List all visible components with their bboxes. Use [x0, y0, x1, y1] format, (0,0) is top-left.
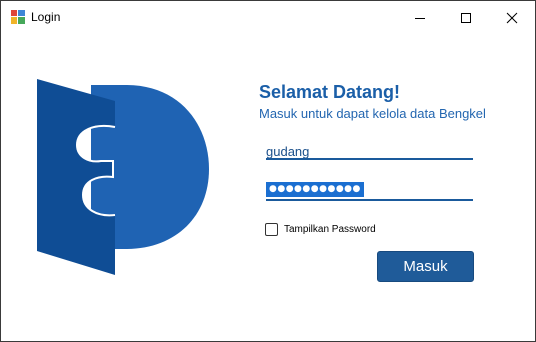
show-password-option[interactable]: Tampilkan Password [265, 222, 376, 236]
maximize-icon [461, 12, 471, 23]
close-button[interactable] [489, 1, 535, 34]
subtitle-text: Masuk untuk dapat kelola data Bengkel [259, 106, 486, 121]
minimize-icon [415, 17, 425, 19]
brand-logo [37, 79, 209, 275]
maximize-button[interactable] [443, 1, 489, 34]
password-selected-text: ●●●●●●●●●●● [266, 182, 364, 197]
welcome-heading: Selamat Datang! [259, 82, 401, 102]
password-input[interactable]: ●●●●●●●●●●● [266, 181, 473, 201]
show-password-label[interactable]: Tampilkan Password [284, 224, 376, 235]
password-underline [266, 199, 473, 201]
title-bar[interactable]: Login [1, 1, 535, 34]
minimize-button[interactable] [397, 1, 443, 34]
username-underline [266, 158, 473, 160]
close-icon [506, 12, 518, 23]
login-button[interactable]: Masuk [377, 251, 474, 282]
show-password-checkbox[interactable] [265, 222, 278, 236]
app-icon [11, 10, 25, 24]
window-title: Login [31, 10, 61, 24]
login-window: Login Selamat Datang! Masuk untuk dapat … [0, 0, 536, 342]
